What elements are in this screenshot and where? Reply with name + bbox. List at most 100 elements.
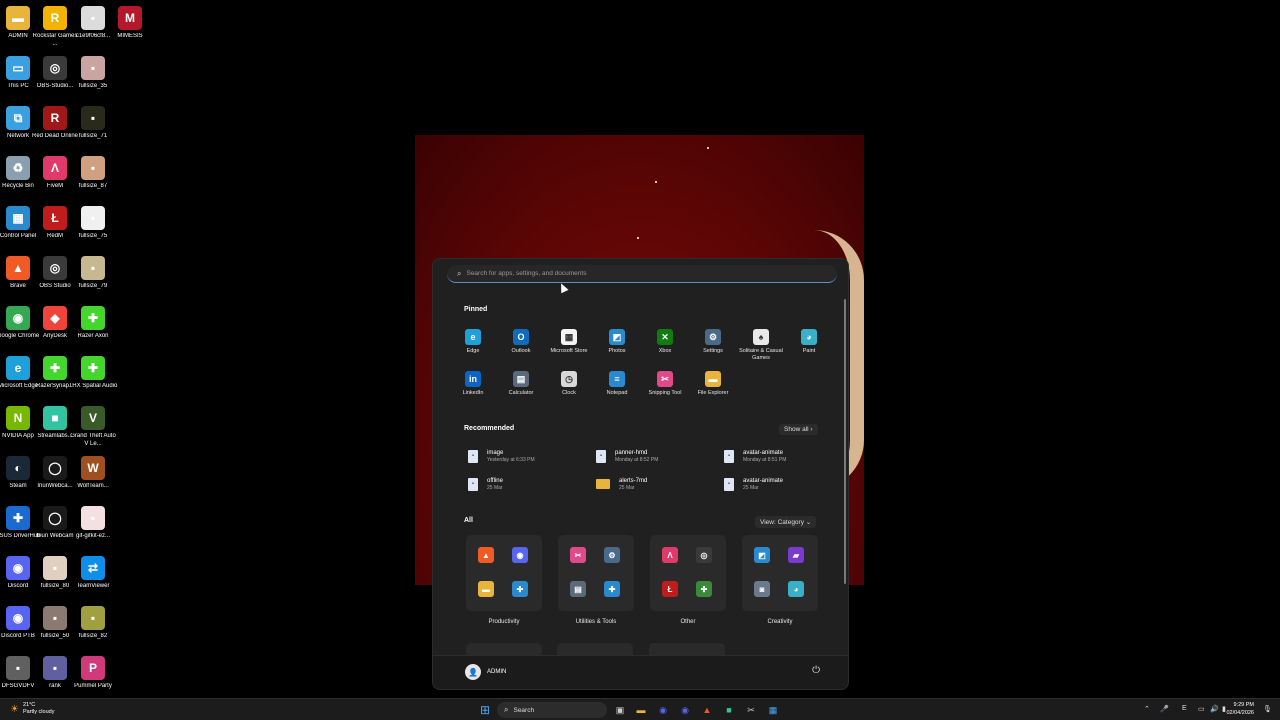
desktop-icon-label: fullsize_75 (78, 233, 108, 239)
desktop-icon-wolfteam[interactable]: W WolfTeam... (68, 452, 118, 500)
recommended-item[interactable]: ▪ panner-hmd Monday at 8:52 PM (596, 445, 716, 467)
chevron-up-icon[interactable]: ⌃ (1144, 705, 1150, 713)
pinned-paint[interactable]: ◕ Paint (785, 327, 833, 369)
pinned-photos[interactable]: ◩ Photos (593, 327, 641, 369)
recommended-name: avatar-animate (743, 477, 784, 484)
snipping-tool-icon[interactable]: ✂ (570, 547, 586, 563)
user-name[interactable]: ADMIN (487, 669, 506, 675)
recommended-item[interactable]: ▪ avatar-animate Monday at 8:51 PM (724, 445, 844, 467)
view-category-label: View: Category (760, 519, 804, 526)
microphone-icon[interactable]: 🎤 (1160, 705, 1169, 713)
volume-icon[interactable]: 🔊 (1210, 705, 1219, 713)
discord-icon[interactable]: ◉ (655, 702, 671, 718)
desktop-icon-fullsize-75[interactable]: ▪ fullsize_75 (68, 202, 118, 250)
desktop-icon-label: THX Spatial Audio (68, 383, 118, 389)
desktop-icon-label: fullsize_87 (78, 183, 108, 189)
pinned-outlook[interactable]: O Outlook (497, 327, 545, 369)
file-explorer-icon[interactable]: ▬ (633, 702, 649, 718)
desktop-icon-fullsize-79[interactable]: ▪ fullsize_79 (68, 252, 118, 300)
desktop-icon-mimesis[interactable]: M MIMESIS (105, 2, 155, 50)
user-avatar[interactable]: 👤 (465, 664, 481, 680)
paint-icon[interactable]: ◕ (788, 581, 804, 597)
desktop-icon-pummel-party[interactable]: P Pummel Party (68, 652, 118, 700)
discord-icon[interactable]: ◉ (512, 547, 528, 563)
pinned-label: Solitaire & Casual Games (739, 348, 783, 361)
widgets-icon[interactable]: ✚ (604, 581, 620, 597)
battery-icon[interactable]: ▮ (1222, 705, 1226, 713)
category-productivity[interactable]: ▲ ◉ ▬ ✚ (466, 535, 542, 611)
pinned-calculator[interactable]: ▤ Calculator (497, 369, 545, 411)
pinned-label: Microsoft Store (550, 348, 588, 354)
start-search-input[interactable]: ⌕ Search for apps, settings, and documen… (447, 265, 837, 283)
pinned-microsoft-store[interactable]: ▦ Microsoft Store (545, 327, 593, 369)
pinned-xbox[interactable]: ✕ Xbox (641, 327, 689, 369)
desktop-icon-thx-spatial-audio[interactable]: ✚ THX Spatial Audio (68, 352, 118, 400)
desktop-icon-grand-theft-auto-v-le[interactable]: V Grand Theft Auto V Le... (68, 402, 118, 450)
recommended-item[interactable]: ▪ image Yesterday at 6:33 PM (468, 445, 588, 467)
desktop-icon-fullsize-71[interactable]: ▪ fullsize_71 (68, 102, 118, 150)
desktop-icon-fullsize-87[interactable]: ▪ fullsize_87 (68, 152, 118, 200)
taskbar: ☀ 21°C Partly cloudy ⊞ ⌕ Search ▣ ▬ ◉ ◉ … (0, 698, 1280, 720)
display-icon[interactable]: ▭ (1198, 705, 1205, 713)
power-icon[interactable]: ⏻ (812, 665, 820, 676)
pinned-settings[interactable]: ⚙ Settings (689, 327, 737, 369)
snipping-tool-icon: ✂ (657, 371, 673, 387)
snipping-tool-icon[interactable]: ✂ (743, 702, 759, 718)
language-indicator[interactable]: E (1182, 705, 1187, 712)
thx-icon: ✚ (81, 356, 105, 380)
desktop-icon-fullsize-35[interactable]: ▪ fullsize_35 (68, 52, 118, 100)
desktop-icon-fullsize-82[interactable]: ▪ fullsize_82 (68, 602, 118, 650)
category-utilities-tools[interactable]: ✂ ⚙ ▤ ✚ (558, 535, 634, 611)
desktop-icon-teamviewer[interactable]: ⇄ TeamViewer (68, 552, 118, 600)
discord-ptb-icon[interactable]: ◉ (677, 702, 693, 718)
recommended-item[interactable]: ▪ avatar-animate 25 Mar (724, 473, 844, 495)
pinned-label: LinkedIn (462, 390, 484, 396)
microphone-icon[interactable]: 🎙 (1263, 705, 1272, 713)
desktop-icon-razer-axon[interactable]: ✚ Razer Axon (68, 302, 118, 350)
image-icon: ▪ (81, 256, 105, 280)
pinned-notepad[interactable]: ≡ Notepad (593, 369, 641, 411)
streamlabs-icon[interactable]: ■ (721, 702, 737, 718)
weather-widget[interactable]: ☀ 21°C Partly cloudy (10, 702, 54, 716)
photos-icon[interactable]: ◩ (754, 547, 770, 563)
pinned-file-explorer[interactable]: ▬ File Explorer (689, 369, 737, 411)
obs-icon[interactable]: ◎ (696, 547, 712, 563)
taskbar-search[interactable]: ⌕ Search (497, 702, 607, 718)
fivem-icon[interactable]: Λ (662, 547, 678, 563)
category-label: Productivity (488, 619, 520, 625)
clock[interactable]: 9:29 PM 02/04/2026 (1226, 701, 1254, 717)
calculator-icon[interactable]: ▤ (570, 581, 586, 597)
pinned-edge[interactable]: e Edge (449, 327, 497, 369)
pinned-snipping-tool[interactable]: ✂ Snipping Tool (641, 369, 689, 411)
show-all-button[interactable]: Show all › (779, 424, 818, 435)
brave-icon[interactable]: ▲ (699, 702, 715, 718)
folder-icon[interactable]: ▬ (478, 581, 494, 597)
recommended-time: 25 Mar (743, 484, 759, 491)
start-scrollbar[interactable] (844, 299, 846, 584)
clock-time: 9:29 PM (1233, 702, 1254, 708)
desktop-icon-gif-gifkit-ez[interactable]: ▪ gif-gifkit-ez... (68, 502, 118, 550)
pinned-label: Notepad (606, 390, 628, 396)
pinned-linkedin[interactable]: in LinkedIn (449, 369, 497, 411)
recommended-item[interactable]: ▪ offline 25 Mar (468, 473, 588, 495)
gear-icon[interactable]: ⚙ (604, 547, 620, 563)
camera-icon[interactable]: ◙ (754, 581, 770, 597)
anydesk-icon: ◆ (43, 306, 67, 330)
view-category-button[interactable]: View: Category ⌄ (755, 516, 817, 528)
widgets-icon[interactable]: ✚ (512, 581, 528, 597)
pinned-solitaire-casual-games[interactable]: ♠ Solitaire & Casual Games (737, 327, 785, 369)
task-view-icon[interactable]: ▣ (612, 702, 628, 718)
recommended-item[interactable]: alerts-7md 25 Mar (596, 473, 716, 495)
app-icon[interactable]: ▦ (765, 702, 781, 718)
widgets-icon[interactable]: ✚ (696, 581, 712, 597)
category-other[interactable]: Λ ◎ Ł ✚ (650, 535, 726, 611)
windows-start-icon[interactable]: ⊞ (477, 702, 493, 718)
brave-icon[interactable]: ▲ (478, 547, 494, 563)
pinned-clock[interactable]: ◷ Clock (545, 369, 593, 411)
clipchamp-icon[interactable]: ▰ (788, 547, 804, 563)
redm-icon[interactable]: Ł (662, 581, 678, 597)
recommended-name: panner-hmd (615, 449, 648, 456)
recommended-text: offline 25 Mar (487, 477, 503, 492)
category-creativity[interactable]: ◩ ▰ ◙ ◕ (742, 535, 818, 611)
search-icon: ⌕ (504, 705, 509, 714)
